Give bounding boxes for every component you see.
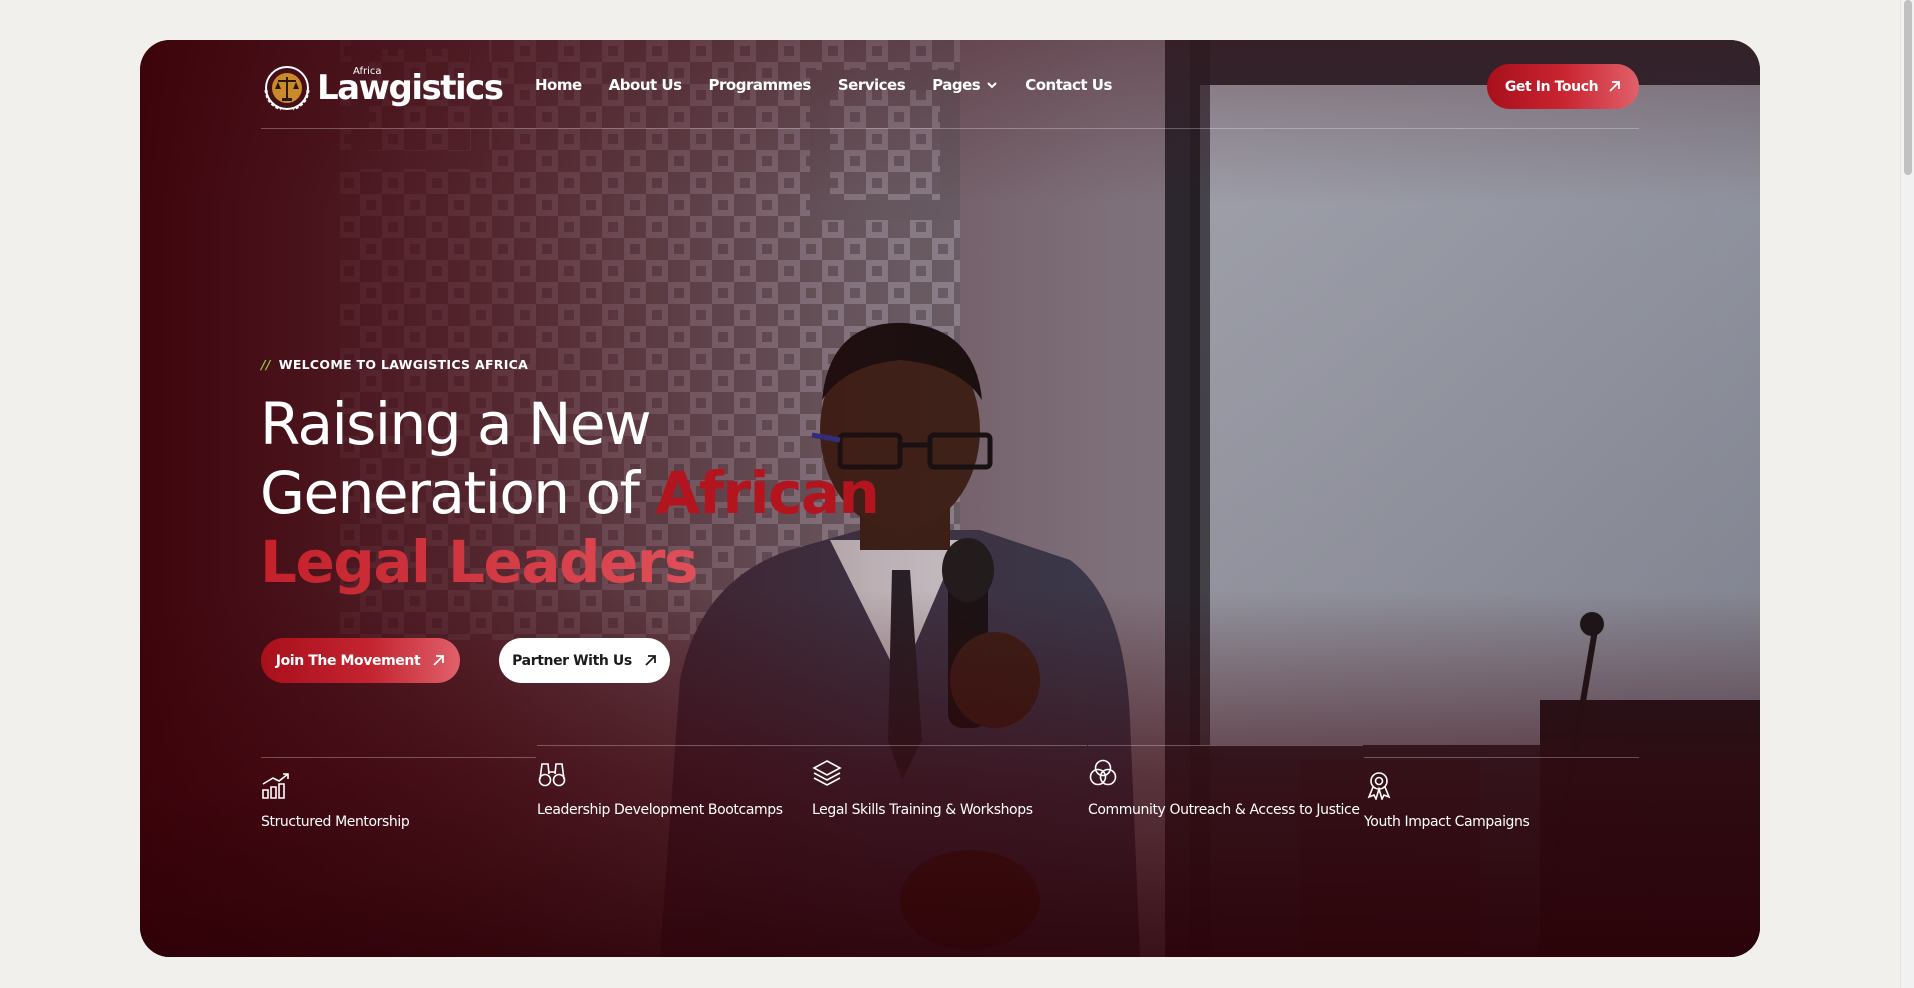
- partner-with-us-label: Partner With Us: [512, 652, 632, 669]
- nav-contact-us[interactable]: Contact Us: [1025, 76, 1112, 94]
- nav-programmes[interactable]: Programmes: [709, 76, 812, 94]
- main-nav: Home About Us Programmes Services Pages …: [535, 76, 1112, 94]
- nav-services[interactable]: Services: [838, 76, 906, 94]
- arrow-up-right-icon: [645, 655, 656, 666]
- header-divider: [261, 128, 1639, 129]
- get-in-touch-button[interactable]: Get In Touch: [1487, 64, 1639, 109]
- award-icon: [1367, 772, 1391, 802]
- logo-superscript: Africa: [353, 66, 382, 77]
- chevron-down-icon: [987, 82, 997, 89]
- scrollbar-thumb[interactable]: [1904, 0, 1912, 175]
- partner-with-us-button[interactable]: Partner With Us: [499, 638, 670, 683]
- nav-home[interactable]: Home: [535, 76, 582, 94]
- feature-label: Structured Mentorship: [261, 814, 410, 830]
- headline-line1: Raising a New: [260, 390, 652, 458]
- feature-label: Leadership Development Bootcamps: [537, 802, 783, 818]
- logo-wordmark: Lawgistics: [317, 68, 504, 108]
- bar-chart-icon: [262, 773, 289, 799]
- hero-section: Africa Lawgistics Home About Us Programm…: [140, 40, 1760, 957]
- feature-community-outreach[interactable]: Community Outreach & Access to Justice: [1088, 745, 1363, 822]
- scales-of-justice-icon: [264, 66, 310, 111]
- join-the-movement-label: Join The Movement: [275, 652, 421, 669]
- arrow-up-right-icon: [1609, 81, 1621, 92]
- arrow-up-right-icon: [433, 655, 445, 666]
- binoculars-icon: [538, 763, 566, 787]
- nav-pages-label: Pages: [932, 76, 981, 94]
- eyebrow-slashes: //: [261, 357, 271, 372]
- feature-legal-skills-training[interactable]: Legal Skills Training & Workshops: [812, 745, 1087, 822]
- join-the-movement-button[interactable]: Join The Movement: [261, 638, 460, 683]
- hero-headline: Raising a New Generation of African Lega…: [260, 390, 980, 597]
- eyebrow-text: WELCOME TO LAWGISTICS AFRICA: [278, 357, 529, 372]
- headline-line2-plain: Generation of: [260, 459, 656, 527]
- circles-icon: [1089, 759, 1117, 786]
- feature-youth-impact[interactable]: Youth Impact Campaigns: [1364, 757, 1639, 834]
- site-logo[interactable]: Africa Lawgistics: [261, 62, 504, 114]
- feature-label: Youth Impact Campaigns: [1364, 814, 1530, 830]
- hero-eyebrow: // WELCOME TO LAWGISTICS AFRICA: [261, 357, 528, 372]
- feature-structured-mentorship[interactable]: Structured Mentorship: [261, 757, 536, 834]
- headline-line3-accent: Legal Leaders: [260, 528, 698, 596]
- feature-leadership-bootcamps[interactable]: Leadership Development Bootcamps: [537, 745, 812, 822]
- nav-about-us[interactable]: About Us: [609, 76, 682, 94]
- feature-label: Community Outreach & Access to Justice: [1088, 802, 1360, 818]
- layers-icon: [812, 760, 842, 786]
- nav-pages-dropdown[interactable]: Pages: [932, 76, 998, 94]
- page-scrollbar[interactable]: [1900, 0, 1914, 988]
- feature-label: Legal Skills Training & Workshops: [812, 802, 1033, 818]
- headline-line2-accent: African: [655, 459, 879, 527]
- get-in-touch-label: Get In Touch: [1504, 78, 1599, 95]
